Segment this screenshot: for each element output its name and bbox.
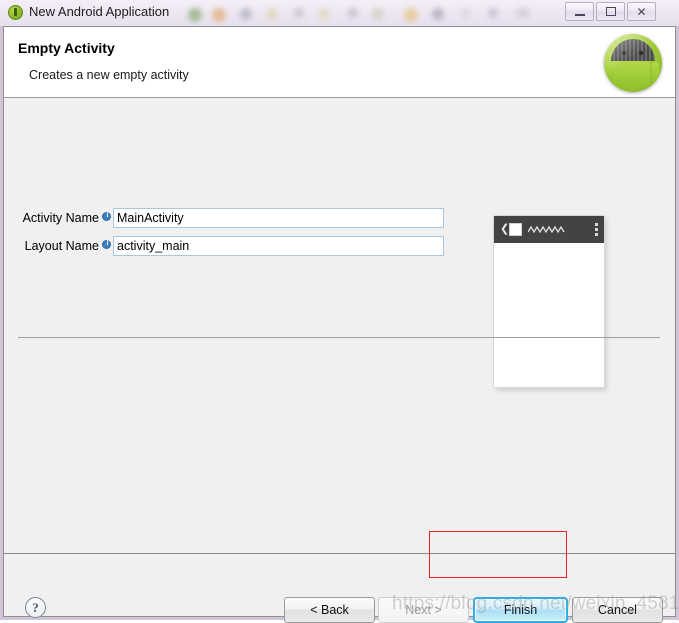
blurred-background-icon [488, 8, 498, 18]
page-title: Empty Activity [18, 40, 115, 56]
app-square-icon [509, 223, 522, 236]
preview-canvas [494, 243, 604, 387]
new-android-application-dialog: Empty Activity Creates a new empty activ… [3, 26, 676, 623]
maximize-button[interactable] [596, 2, 625, 21]
zigzag-placeholder-icon [528, 225, 565, 234]
minimize-icon [566, 3, 593, 20]
help-button[interactable]: ? [25, 597, 46, 618]
content-divider [18, 337, 660, 338]
blurred-background-icon [372, 8, 384, 20]
blurred-background-icon [460, 8, 470, 18]
android-circle-icon [8, 5, 23, 20]
blurred-background-icon [294, 8, 304, 18]
minimize-button[interactable] [565, 2, 594, 21]
blurred-background-icon [266, 8, 278, 20]
overflow-menu-icon [595, 223, 598, 236]
next-button: Next > [378, 597, 469, 623]
close-icon: ✕ [636, 4, 647, 19]
blurred-background-icon [404, 8, 418, 22]
back-button[interactable]: < Back [284, 597, 375, 623]
layout-name-input[interactable] [113, 236, 444, 256]
activity-name-input[interactable] [113, 208, 444, 228]
title-bar: New Android Application ✕ [0, 0, 679, 26]
page-subtitle: Creates a new empty activity [29, 68, 189, 82]
layout-name-label: Layout Name [24, 239, 99, 253]
dialog-button-bar: ? < Back Next > Finish Cancel [4, 554, 675, 623]
android-robot-logo [604, 34, 662, 92]
blurred-background-icon [240, 8, 252, 20]
activity-name-label: Activity Name [22, 211, 99, 225]
logo-gloss [604, 34, 662, 92]
window-title: New Android Application [29, 4, 170, 19]
blurred-background-icon [318, 8, 330, 20]
finish-button[interactable]: Finish [473, 597, 568, 623]
blurred-background-icon [188, 8, 202, 22]
cancel-button[interactable]: Cancel [572, 597, 663, 623]
preview-actionbar: ❮ [494, 216, 604, 243]
blurred-background-icon [348, 8, 358, 18]
dialog-content: Activity Name Layout Name ❮ [4, 98, 675, 553]
blurred-background-icon [432, 8, 444, 20]
blurred-background-icon [516, 8, 530, 18]
blurred-background-icon [212, 8, 226, 22]
info-icon[interactable] [102, 239, 112, 249]
activity-preview: ❮ [493, 215, 605, 388]
info-icon[interactable] [102, 211, 112, 221]
dialog-header: Empty Activity Creates a new empty activ… [4, 27, 675, 98]
close-button[interactable]: ✕ [627, 2, 656, 21]
maximize-icon [597, 3, 624, 20]
back-chevron-icon: ❮ [500, 223, 510, 235]
